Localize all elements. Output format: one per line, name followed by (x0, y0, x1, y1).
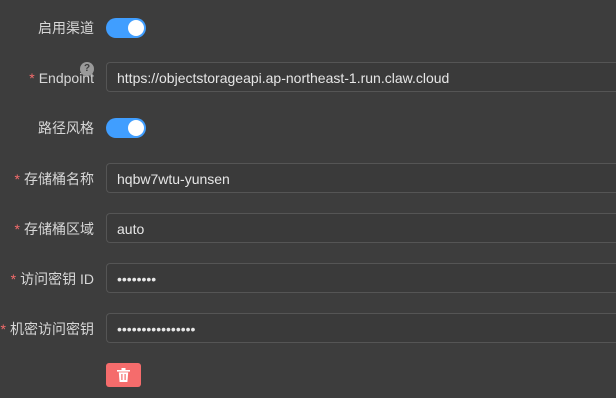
bucket-name-row: * 存储桶名称 hqbw7wtu-yunsen (0, 163, 616, 195)
enable-channel-row: 启用渠道 (0, 12, 616, 44)
path-style-row: 路径风格 (0, 112, 616, 144)
secret-access-key-input[interactable]: •••••••••••••••• (106, 313, 616, 343)
bucket-region-input[interactable]: auto (106, 213, 616, 243)
toggle-knob (128, 120, 144, 136)
path-style-label: 路径风格 (38, 120, 94, 136)
access-key-id-label: * 访问密钥 ID (10, 271, 94, 287)
bucket-region-row: * 存储桶区域 auto (0, 213, 616, 245)
delete-button[interactable] (106, 363, 141, 387)
secret-access-key-row: * 机密访问密钥 •••••••••••••••• (0, 313, 616, 345)
enable-channel-label: 启用渠道 (38, 20, 94, 36)
required-asterisk: * (0, 321, 6, 337)
bucket-name-label: * 存储桶名称 (14, 171, 94, 187)
secret-access-key-label: * 机密访问密钥 (0, 321, 94, 337)
enable-channel-toggle[interactable] (106, 18, 146, 38)
required-asterisk: * (29, 70, 35, 86)
required-asterisk: * (14, 171, 20, 187)
access-key-id-input[interactable]: •••••••• (106, 263, 616, 293)
path-style-toggle[interactable] (106, 118, 146, 138)
endpoint-input[interactable]: https://objectstorageapi.ap-northeast-1.… (106, 62, 616, 92)
toggle-knob (128, 20, 144, 36)
bucket-name-input[interactable]: hqbw7wtu-yunsen (106, 163, 616, 193)
bucket-region-label: * 存储桶区域 (14, 221, 94, 237)
required-asterisk: * (10, 271, 17, 287)
storage-channel-form: 启用渠道 * Endpoint ? https://objectstorageap… (0, 0, 616, 398)
endpoint-row: * Endpoint ? https://objectstorageapi.ap-… (0, 62, 616, 94)
question-circle-icon[interactable]: ? (80, 62, 94, 76)
trash-icon (117, 368, 130, 382)
required-asterisk: * (14, 221, 20, 237)
access-key-id-row: * 访问密钥 ID •••••••• (0, 263, 616, 295)
